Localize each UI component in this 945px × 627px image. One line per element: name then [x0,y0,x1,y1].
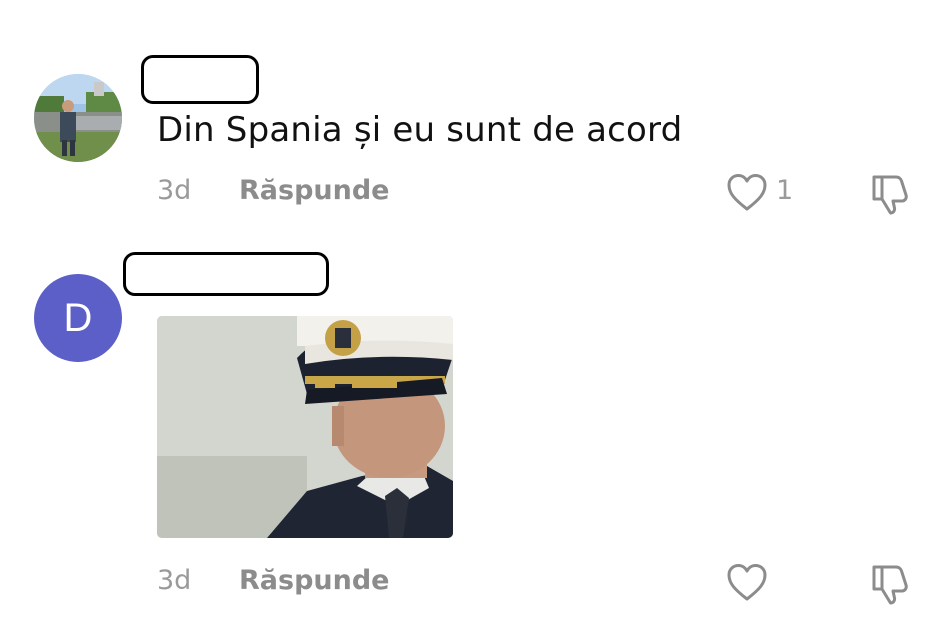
gif-image[interactable] [157,316,453,538]
redacted-username [141,55,259,104]
comment-time: 3d [157,565,192,596]
user-avatar[interactable] [34,74,122,162]
thumbs-down-icon[interactable] [868,173,912,220]
reply-button[interactable]: Răspunde [239,175,390,206]
comment-text: Din Spania și eu sunt de acord [157,110,683,150]
user-avatar[interactable]: D [34,274,122,362]
heart-icon[interactable] [726,173,768,218]
redacted-username [123,252,329,296]
heart-icon[interactable] [726,563,768,608]
comment-item: Din Spania și eu sunt de acord 3d Răspun… [0,0,945,240]
comment-time: 3d [157,175,192,206]
comment-item: D 3d Răspunde [0,240,945,627]
like-count: 1 [776,175,794,206]
thumbs-down-icon[interactable] [868,563,912,610]
reply-button[interactable]: Răspunde [239,565,390,596]
